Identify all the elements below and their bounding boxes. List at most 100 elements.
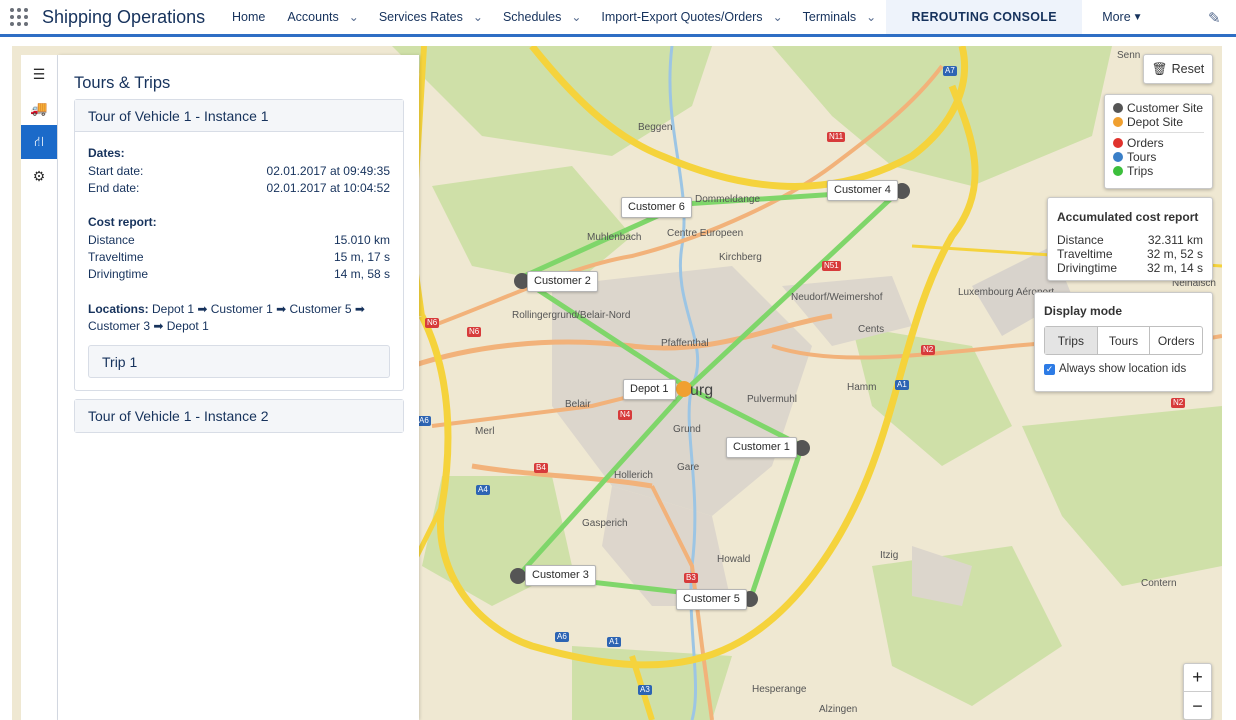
tours-dot-icon [1113,152,1123,162]
town-label: Neudorf/Weimershof [791,292,883,303]
map-legend: Customer Site Depot Site Orders Tours Tr… [1104,94,1213,189]
app-name: Shipping Operations [42,6,206,27]
town-label: Hesperange [752,684,807,695]
show-ids-checkbox[interactable]: ✓ [1044,363,1055,375]
road-badge: N6 [425,318,440,328]
location-label-depot-1[interactable]: Depot 1 [623,379,676,400]
location-label-customer-6[interactable]: Customer 6 [621,197,692,218]
nav-item-more[interactable]: More ▼ [1092,0,1152,34]
tour-header[interactable]: Tour of Vehicle 1 - Instance 2 [75,400,403,432]
road-badge: A4 [476,485,490,495]
truck-icon[interactable]: 🚚 [21,91,57,125]
mode-orders-button[interactable]: Orders [1150,327,1202,354]
orders-dot-icon [1113,138,1123,148]
global-header: Shipping Operations Home Accounts ⌄ Servi… [0,0,1236,37]
display-mode-panel: Display mode Trips Tours Orders ✓ Always… [1034,292,1213,392]
list-icon[interactable]: ☰ [21,57,57,91]
road-badge: A3 [638,685,652,695]
trips-dot-icon [1113,166,1123,176]
road-badge: N51 [822,261,841,271]
town-label: Merl [475,426,495,437]
nav-item-import-export[interactable]: Import-Export Quotes/Orders ⌄ [591,0,792,34]
tours-trips-panel: Tours & Trips Tour of Vehicle 1 - Instan… [58,55,419,720]
reset-button[interactable]: 🗑 Reset [1143,54,1213,84]
zoom-out-button[interactable]: − [1184,692,1211,720]
location-label-customer-1[interactable]: Customer 1 [726,437,797,458]
show-ids-label: Always show location ids [1059,363,1187,375]
mode-tours-button[interactable]: Tours [1098,327,1151,354]
town-label: Pulvermuhl [747,394,798,405]
town-label: Cents [858,324,885,335]
town-label: Itzig [880,550,899,561]
caret-down-icon: ▼ [1132,11,1143,23]
trip-item[interactable]: Trip 1 [88,345,390,378]
customer-site-dot-icon [1113,103,1123,113]
road-badge: N2 [1171,398,1186,408]
town-label: Grund [673,424,701,435]
nav-item-accounts[interactable]: Accounts ⌄ [277,0,368,34]
road-badge: A7 [943,66,957,76]
mode-trips-button[interactable]: Trips [1045,327,1098,354]
town-label: Alzingen [819,704,858,715]
display-mode-title: Display mode [1044,304,1123,318]
zoom-in-button[interactable]: + [1184,664,1211,692]
chevron-down-icon[interactable]: ⌄ [571,10,581,24]
legend-divider [1113,132,1204,133]
road-badge: A1 [895,380,909,390]
tour-header[interactable]: Tour of Vehicle 1 - Instance 1 [75,100,403,132]
accumulated-cost-report: Accumulated cost report Distance 32.311 k… [1047,197,1213,281]
locations-line: Locations: Depot 1 ➡ Customer 1 ➡ Custom… [88,302,365,316]
road-badge: N11 [827,132,846,142]
town-label: Contern [1141,578,1177,589]
location-label-customer-2[interactable]: Customer 2 [527,271,598,292]
town-label: Luxembourg Aéroport [958,287,1055,298]
road-icon[interactable]: ⛙ [21,125,57,159]
tour-card: Tour of Vehicle 1 - Instance 1 Dates: St… [74,99,404,391]
chevron-down-icon[interactable]: ⌄ [773,10,783,24]
road-badge: N2 [921,345,936,355]
side-rail: ☰ 🚚 ⛙ ⚙ [21,55,58,720]
locations-line-2: Customer 3 ➡ Depot 1 [88,319,209,333]
town-label: Howald [717,554,751,565]
location-label-customer-4[interactable]: Customer 4 [827,180,898,201]
town-label: urg [690,382,714,399]
panel-title: Tours & Trips [74,74,171,92]
town-label: Senn [1117,50,1141,61]
road-badge: A1 [607,637,621,647]
town-label: Centre Europeen [667,228,744,239]
app-launcher-icon[interactable] [0,0,38,34]
town-label: Muhlenbach [587,232,642,243]
town-label: Rollingergrund/Belair-Nord [512,310,631,321]
road-badge: B3 [684,573,698,583]
location-label-customer-3[interactable]: Customer 3 [525,565,596,586]
cost-report-title: Accumulated cost report [1057,210,1199,224]
chevron-down-icon[interactable]: ⌄ [866,10,876,24]
town-label: Hollerich [614,470,653,481]
road-badge: A6 [555,632,569,642]
zoom-control: + − [1183,663,1212,720]
town-label: Gasperich [582,518,628,529]
nav-item-rerouting-console[interactable]: REROUTING CONSOLE [886,0,1083,34]
tour-details: Dates: Start date: 02.01.2017 at 09:49:35… [75,132,403,390]
depot-site-dot-icon [1113,117,1123,127]
town-label: Gare [677,462,700,473]
road-badge: N6 [467,327,482,337]
location-label-customer-5[interactable]: Customer 5 [676,589,747,610]
nav-item-schedules[interactable]: Schedules ⌄ [493,0,591,34]
road-badge: A6 [417,416,431,426]
town-label: Hamm [847,382,877,393]
nav-bar: Home Accounts ⌄ Services Rates ⌄ Schedules… [222,0,1153,34]
cost-title: Cost report: [88,215,157,229]
chevron-down-icon[interactable]: ⌄ [473,10,483,24]
nav-item-home[interactable]: Home [222,0,277,34]
nav-item-terminals[interactable]: Terminals ⌄ [793,0,887,34]
gear-icon[interactable]: ⚙ [21,159,57,193]
trash-icon: 🗑 [1151,61,1168,76]
nav-item-services-rates[interactable]: Services Rates ⌄ [369,0,493,34]
tour-card: Tour of Vehicle 1 - Instance 2 [74,399,404,433]
road-badge: B4 [534,463,548,473]
town-label: Pfaffenthal [661,338,709,349]
chevron-down-icon[interactable]: ⌄ [349,10,359,24]
pencil-icon[interactable]: ✎ [1208,9,1224,27]
town-label: Belair [565,399,591,410]
